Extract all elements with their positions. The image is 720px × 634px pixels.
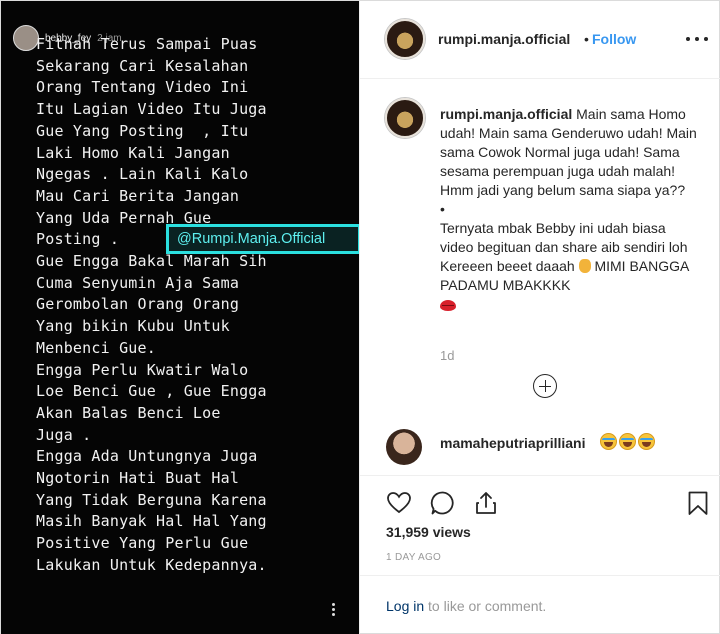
tears-of-joy-emoji-icon bbox=[638, 433, 655, 450]
story-text-line: Akan Balas Benci Loe bbox=[36, 403, 221, 422]
story-text-line: Gue Yang Posting , Itu bbox=[36, 121, 249, 140]
story-mention-tag: @Rumpi.Manja.Official bbox=[166, 224, 359, 254]
instagram-post-frame: bebby_fey 2 jam Fitnah Terus Sampai Puas… bbox=[0, 0, 720, 634]
story-text-line: Ngegas . Lain Kali Kalo bbox=[36, 165, 249, 184]
caption-avatar[interactable] bbox=[385, 98, 425, 138]
story-text-line: Engga Ada Untungnya Juga bbox=[36, 447, 258, 466]
story-text-line: Orang Tentang Video Ini bbox=[36, 78, 249, 97]
story-text: Fitnah Terus Sampai Puas Sekarang Cari Ke… bbox=[36, 34, 356, 577]
caption-username[interactable]: rumpi.manja.official bbox=[440, 106, 572, 122]
story-text-line: Lakukan Untuk Kedepannya. bbox=[36, 555, 267, 574]
story-text-line: Gerombolan Orang Orang bbox=[36, 295, 240, 314]
commenter-username[interactable]: mamaheputriaprilliani bbox=[440, 435, 585, 451]
story-text-line: Sekarang Cari Kesalahan bbox=[36, 56, 249, 75]
login-link[interactable]: Log in bbox=[386, 598, 424, 614]
story-text-line: Yang bikin Kubu Untuk bbox=[36, 317, 230, 336]
author-avatar[interactable] bbox=[385, 19, 425, 59]
post-panel: rumpi.manja.official • Follow rumpi.manj… bbox=[359, 1, 720, 634]
commenter-avatar[interactable] bbox=[386, 429, 422, 465]
share-icon[interactable] bbox=[473, 490, 499, 516]
story-text-line: Yang Tidak Berguna Karena bbox=[36, 490, 267, 509]
story-text-line: Ngotorin Hati Buat Hal bbox=[36, 469, 240, 488]
story-text-line: Loe Benci Gue , Gue Engga bbox=[36, 382, 267, 401]
login-prompt: Log in to like or comment. bbox=[386, 598, 546, 614]
ok-hand-emoji-icon bbox=[578, 259, 591, 273]
story-text-line: Fitnah Terus Sampai Puas bbox=[36, 35, 258, 53]
story-text-line: Cuma Senyumin Aja Sama bbox=[36, 273, 240, 292]
story-text-line: Positive Yang Perlu Gue bbox=[36, 534, 249, 553]
login-bar: Log in to like or comment. bbox=[360, 575, 720, 634]
story-more-icon[interactable] bbox=[327, 601, 339, 621]
story-text-line: Gue Engga Bakal Marah Sih bbox=[36, 252, 267, 271]
story-text-line: Menbenci Gue. bbox=[36, 338, 156, 357]
caption-time: 1d bbox=[440, 348, 455, 363]
follow-button[interactable]: Follow bbox=[592, 31, 636, 47]
tears-of-joy-emoji-icon bbox=[600, 433, 617, 450]
story-text-line: Mau Cari Berita Jangan bbox=[36, 186, 240, 205]
post-caption: rumpi.manja.official Main sama Homo udah… bbox=[440, 105, 702, 314]
author-username[interactable]: rumpi.manja.official bbox=[438, 31, 570, 47]
action-bar bbox=[360, 475, 720, 525]
heart-icon[interactable] bbox=[386, 490, 412, 516]
view-count[interactable]: 31,959 views bbox=[386, 524, 471, 540]
bookmark-icon[interactable] bbox=[685, 490, 711, 516]
login-rest: to like or comment. bbox=[424, 598, 547, 614]
header-separator: • bbox=[584, 31, 589, 47]
story-text-line: Laki Homo Kali Jangan bbox=[36, 143, 230, 162]
story-image: bebby_fey 2 jam Fitnah Terus Sampai Puas… bbox=[1, 1, 359, 634]
kiss-lips-emoji-icon bbox=[440, 299, 456, 311]
post-header: rumpi.manja.official • Follow bbox=[360, 1, 720, 79]
caption-bullet: • bbox=[440, 201, 445, 217]
comment-emojis bbox=[600, 433, 655, 450]
story-text-line: Juga . bbox=[36, 425, 92, 444]
story-text-line: Itu Lagian Video Itu Juga bbox=[36, 100, 267, 119]
post-age: 1 DAY AGO bbox=[386, 552, 442, 563]
comment-icon[interactable] bbox=[430, 490, 456, 516]
story-text-line: Masih Banyak Hal Hal Yang bbox=[36, 512, 267, 531]
load-more-comments-icon[interactable] bbox=[533, 374, 557, 398]
story-text-line: Engga Perlu Kwatir Walo bbox=[36, 360, 249, 379]
tears-of-joy-emoji-icon bbox=[619, 433, 636, 450]
more-options-icon[interactable] bbox=[686, 37, 708, 43]
